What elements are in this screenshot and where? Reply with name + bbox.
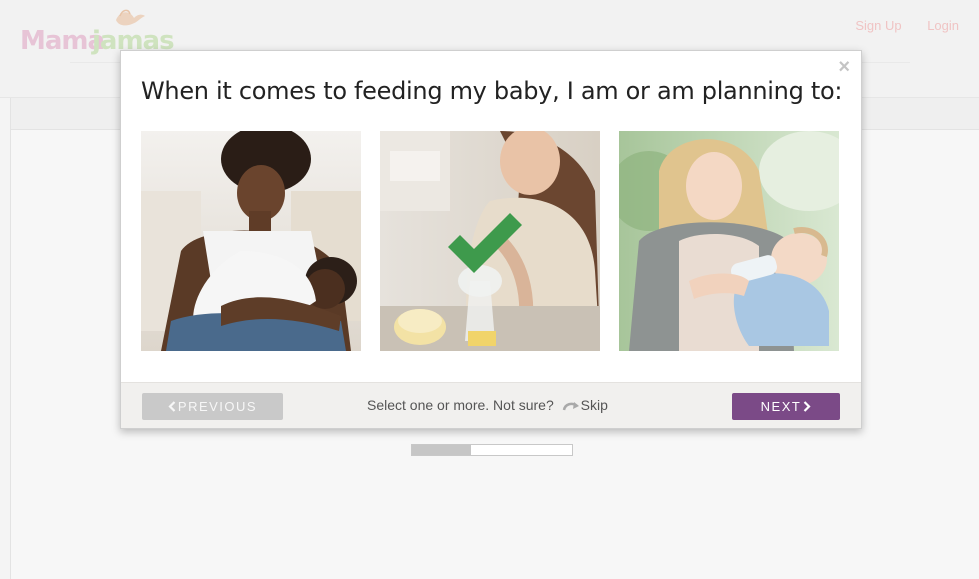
chevron-left-icon [168, 401, 176, 412]
question-title: When it comes to feeding my baby, I am o… [141, 77, 843, 105]
next-label: NEXT [760, 399, 802, 414]
skip-link[interactable]: Skip [581, 397, 608, 413]
breastfeeding-photo [141, 131, 361, 351]
close-icon[interactable]: × [838, 57, 850, 77]
option-bottle-feeding[interactable] [619, 131, 839, 351]
progress-bar [411, 444, 573, 456]
login-link[interactable]: Login [927, 18, 959, 33]
next-button[interactable]: NEXT [732, 393, 840, 420]
progress-fill [412, 445, 472, 455]
previous-label: PREVIOUS [177, 399, 258, 414]
bottle-feeding-photo [619, 131, 839, 351]
skip-arrow-icon[interactable] [562, 401, 580, 411]
top-nav: Sign Up Login [833, 18, 959, 33]
option-breastfeeding[interactable] [141, 131, 361, 351]
checkmark-icon [448, 213, 522, 273]
question-modal: × When it comes to feeding my baby, I am… [120, 50, 862, 429]
modal-footer: PREVIOUS Select one or more. Not sure? S… [121, 382, 861, 428]
signup-link[interactable]: Sign Up [855, 18, 901, 33]
selection-hint: Select one or more. Not sure? Skip [367, 397, 608, 413]
option-pumping[interactable] [380, 131, 600, 351]
chevron-right-icon [804, 401, 811, 412]
hint-text: Select one or more. Not sure? [367, 397, 554, 413]
previous-button[interactable]: PREVIOUS [142, 393, 283, 420]
